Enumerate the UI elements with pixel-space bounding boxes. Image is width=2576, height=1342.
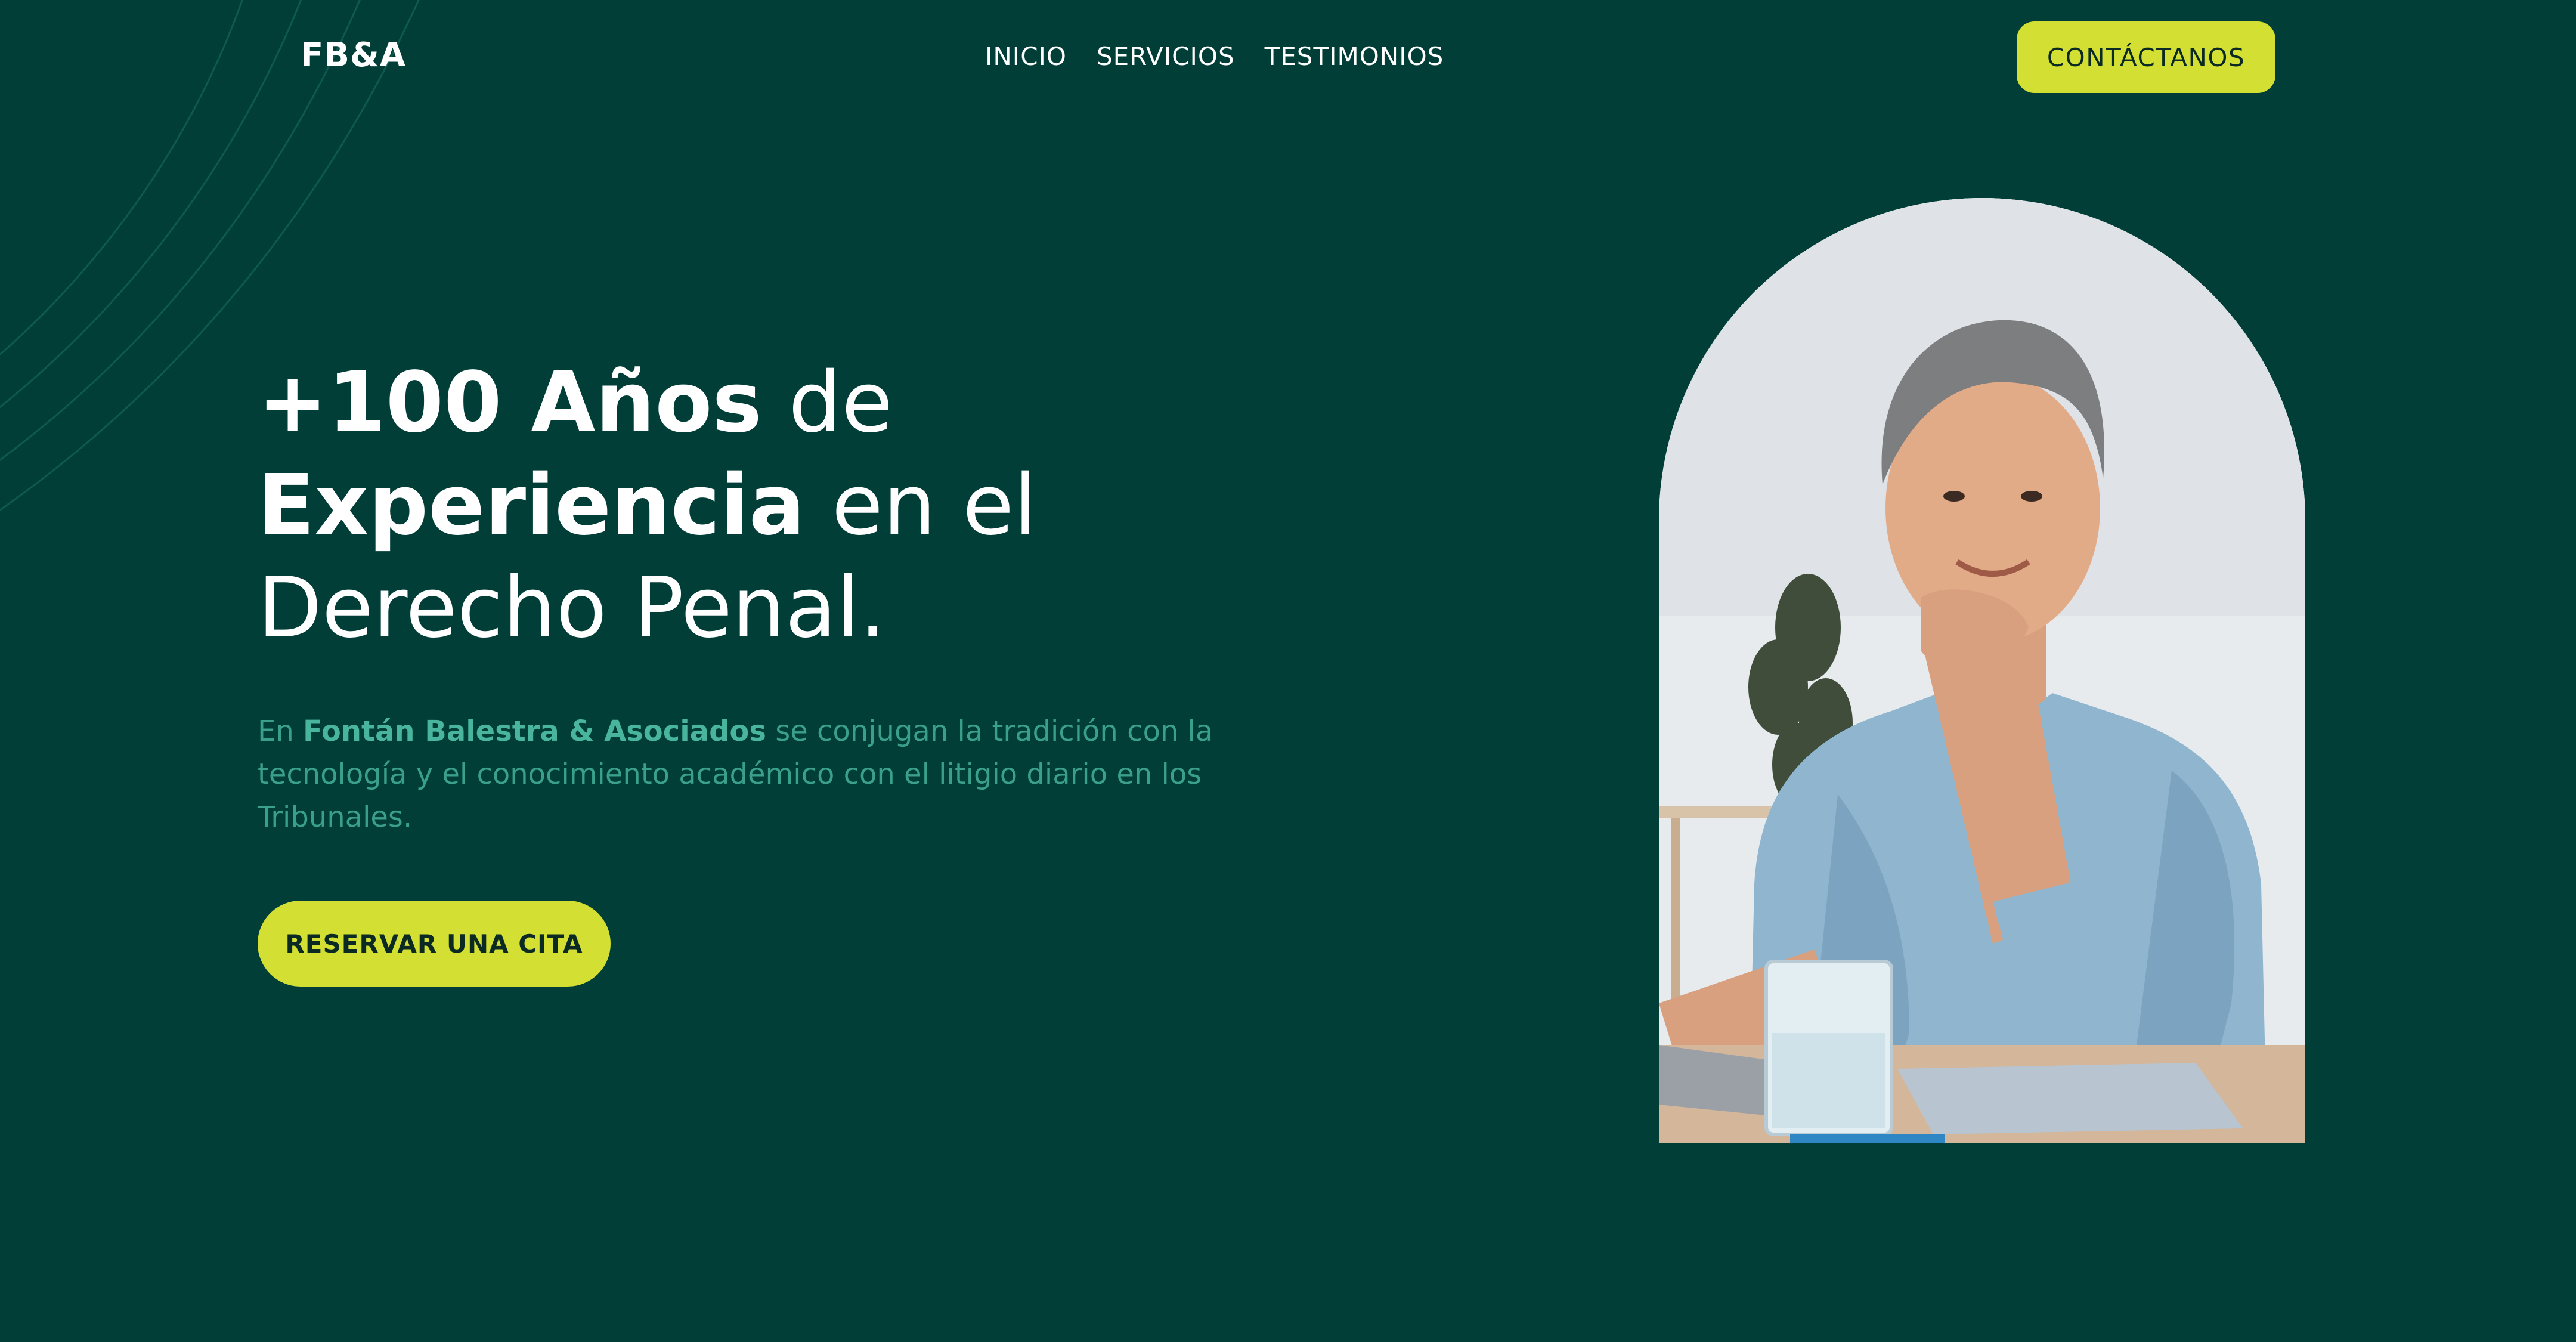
hero-title-highlight-years: +100 Años: [258, 354, 762, 452]
site-logo[interactable]: FB&A: [301, 36, 406, 75]
portrait-illustration: [1659, 198, 2305, 1143]
contact-button[interactable]: CONTÁCTANOS: [2017, 21, 2275, 93]
nav-item-testimonios[interactable]: TESTIMONIOS: [1265, 42, 1444, 71]
landing-page: FB&A INICIO SERVICIOS TESTIMONIOS CONTÁC…: [0, 0, 2576, 1342]
hero-title-highlight-experience: Experiencia: [258, 457, 806, 554]
nav-item-inicio[interactable]: INICIO: [985, 42, 1067, 71]
hero-title-line-3: Derecho Penal.: [258, 559, 886, 657]
firm-name: Fontán Balestra & Asociados: [303, 715, 766, 748]
lawyer-portrait-photo: [1659, 198, 2305, 1143]
main-nav: INICIO SERVICIOS TESTIMONIOS: [985, 42, 1444, 71]
book-appointment-button[interactable]: RESERVAR UNA CITA: [258, 901, 611, 987]
hero-title-line-2-rest: en el: [805, 457, 1038, 554]
hero-title: +100 Años de Experiencia en el Derecho P…: [258, 352, 1331, 660]
hero-description: En Fontán Balestra & Asociados se conjug…: [258, 710, 1259, 839]
nav-item-servicios[interactable]: SERVICIOS: [1097, 42, 1235, 71]
hero-title-line-1: +100 Años de: [258, 352, 1331, 454]
site-header: FB&A INICIO SERVICIOS TESTIMONIOS CONTÁC…: [0, 0, 2576, 113]
hero-description-prefix: En: [258, 715, 304, 748]
hero-title-line-2: Experiencia en el: [258, 454, 1331, 557]
hero-title-line-1-rest: de: [761, 354, 893, 452]
